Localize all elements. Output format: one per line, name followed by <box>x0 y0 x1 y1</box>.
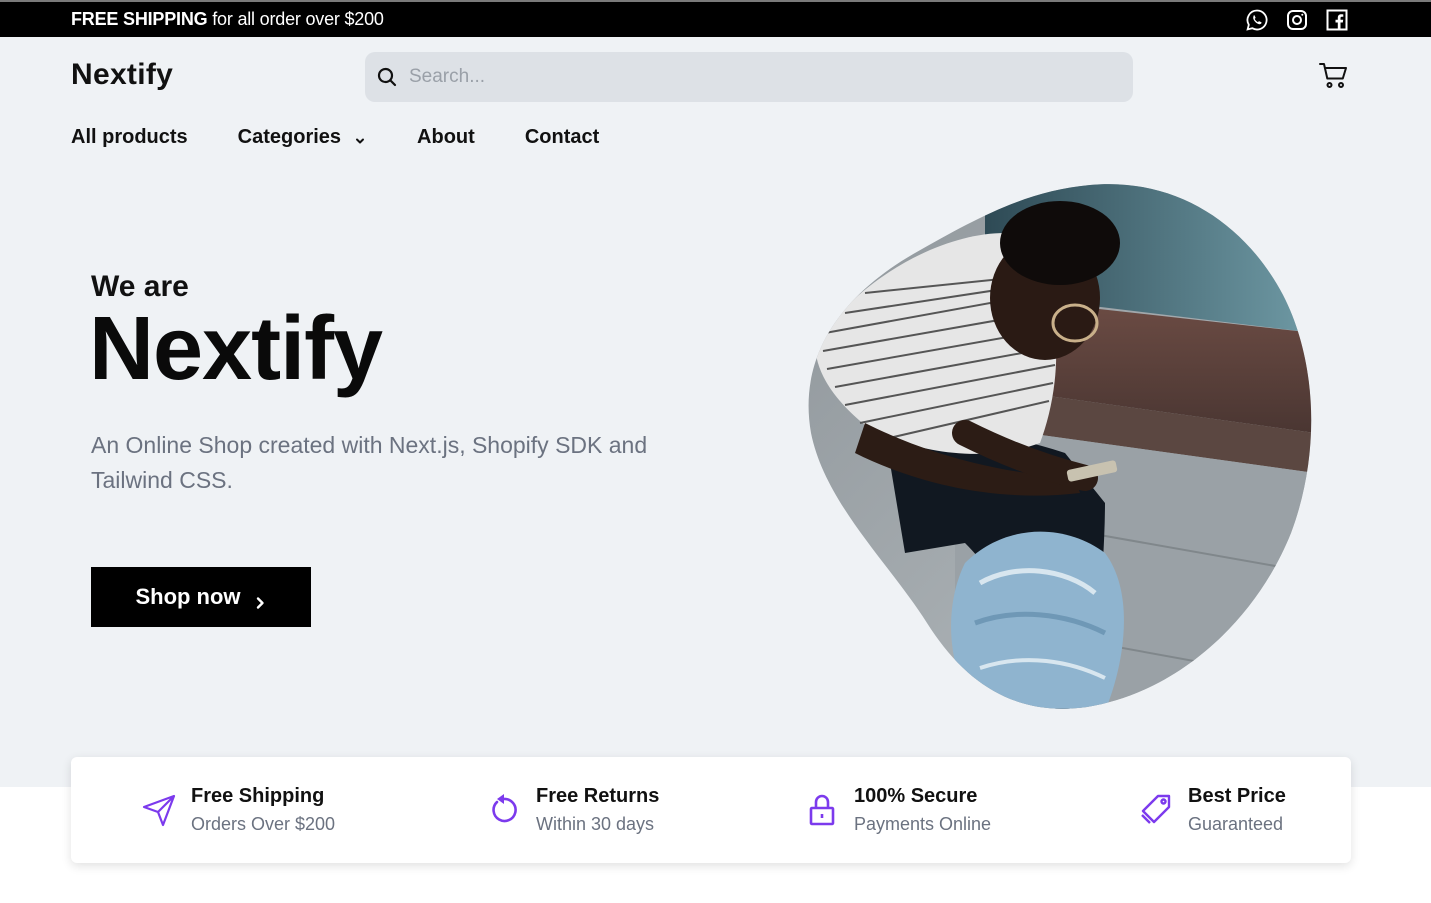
main-nav: All products Categories About Contact <box>71 126 649 149</box>
whatsapp-icon[interactable] <box>1245 8 1269 32</box>
facebook-icon[interactable] <box>1325 8 1349 32</box>
nav-categories[interactable]: Categories <box>238 126 367 149</box>
nav-all-products-label: All products <box>71 126 188 148</box>
announcement-bold: FREE SHIPPING <box>71 9 208 29</box>
hero-image <box>808 184 1312 709</box>
announcement-text: FREE SHIPPING for all order over $200 <box>71 9 384 30</box>
nav-contact-label: Contact <box>524 126 600 148</box>
nav-about-label: About <box>417 126 475 148</box>
feature-title: Free Shipping <box>191 785 325 807</box>
nav-about[interactable]: About <box>417 126 475 149</box>
chevron-right-icon <box>253 590 267 609</box>
search-input[interactable] <box>409 52 1109 102</box>
search-icon[interactable] <box>375 65 399 89</box>
price-tag-icon <box>1138 792 1174 828</box>
nav-categories-label: Categories <box>237 126 342 148</box>
shop-now-label: Shop now <box>135 584 241 609</box>
instagram-icon[interactable] <box>1285 8 1309 32</box>
feature-title: Free Returns <box>536 785 660 807</box>
return-icon <box>486 792 522 828</box>
search-bar[interactable] <box>365 52 1133 102</box>
feature-secure-payments: 100% Secure Payments Online <box>804 757 991 863</box>
feature-subtitle: Orders Over $200 <box>191 814 336 834</box>
nav-all-products[interactable]: All products <box>71 126 188 149</box>
shop-now-button[interactable]: Shop now <box>91 567 311 627</box>
feature-subtitle: Payments Online <box>854 814 992 834</box>
feature-free-returns: Free Returns Within 30 days <box>486 757 659 863</box>
announcement-rest: for all order over $200 <box>207 9 384 29</box>
lock-icon <box>804 792 840 828</box>
feature-best-price: Best Price Guaranteed <box>1138 757 1286 863</box>
social-links <box>1245 8 1349 32</box>
site-logo[interactable]: Nextify <box>71 58 173 92</box>
feature-subtitle: Within 30 days <box>536 814 655 834</box>
hero-title: Nextify <box>89 299 383 399</box>
paper-plane-icon <box>141 792 177 828</box>
cart-icon[interactable] <box>1318 60 1350 92</box>
feature-free-shipping: Free Shipping Orders Over $200 <box>141 757 335 863</box>
chevron-down-icon <box>353 131 367 145</box>
feature-subtitle: Guaranteed <box>1188 814 1284 834</box>
feature-title: Best Price <box>1188 785 1286 807</box>
hero-subtitle: An Online Shop created with Next.js, Sho… <box>91 432 648 493</box>
announcement-bar: FREE SHIPPING for all order over $200 <box>0 0 1431 37</box>
features-bar: Free Shipping Orders Over $200 Free Retu… <box>71 757 1351 863</box>
feature-title: 100% Secure <box>854 785 978 807</box>
nav-contact[interactable]: Contact <box>525 126 599 149</box>
